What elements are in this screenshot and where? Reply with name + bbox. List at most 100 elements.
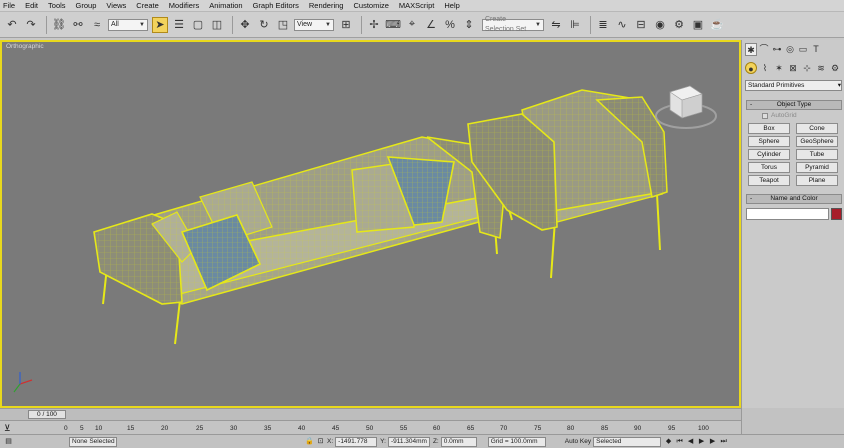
menu-maxscript[interactable]: MAXScript — [399, 1, 434, 10]
layer-manager-icon[interactable]: ≣ — [595, 17, 611, 33]
collapse-icon: - — [750, 195, 753, 202]
unlink-icon[interactable]: ⚯ — [70, 17, 86, 33]
tube-button[interactable]: Tube — [796, 149, 838, 160]
grid-size-display: Grid = 100.0mm — [487, 436, 546, 447]
named-selection-dropdown[interactable]: Create Selection Set ▼ — [482, 16, 544, 33]
render-frame-icon[interactable]: ▣ — [690, 17, 706, 33]
redo-icon[interactable]: ↷ — [23, 17, 39, 33]
rotate-icon[interactable]: ↻ — [256, 17, 272, 33]
menu-create[interactable]: Create — [136, 1, 159, 10]
y-coordinate-field[interactable]: -911.304mm — [387, 436, 430, 447]
percent-snap-icon[interactable]: % — [442, 17, 458, 33]
teapot-button[interactable]: Teapot — [748, 175, 790, 186]
filter-icon[interactable]: ⊻ — [4, 423, 11, 434]
angle-snap-icon[interactable]: ∠ — [423, 17, 439, 33]
name-and-color-header: Name and Color — [770, 195, 818, 202]
viewcube-icon[interactable] — [655, 85, 717, 129]
scale-icon[interactable]: ◳ — [275, 17, 291, 33]
object-color-swatch[interactable] — [831, 208, 842, 220]
display-tab-icon[interactable]: ▭ — [797, 43, 809, 56]
menu-file[interactable]: File — [3, 1, 15, 10]
cameras-icon[interactable]: ⊠ — [787, 62, 799, 74]
helpers-icon[interactable]: ⊹ — [801, 62, 813, 74]
geometry-icon[interactable]: ● — [745, 62, 757, 74]
bind-space-warp-icon[interactable]: ≈ — [89, 17, 105, 33]
space-warps-icon[interactable]: ≋ — [815, 62, 827, 74]
primitive-category-dropdown[interactable]: Standard Primitives ▾ — [745, 80, 842, 91]
box-button[interactable]: Box — [748, 123, 790, 134]
undo-icon[interactable]: ↶ — [4, 17, 20, 33]
pyramid-button[interactable]: Pyramid — [796, 162, 838, 173]
x-coordinate-field[interactable]: -1491.778 — [335, 436, 378, 447]
move-icon[interactable]: ✥ — [237, 17, 253, 33]
frame-tick-label: 10 — [95, 425, 103, 432]
menu-tools[interactable]: Tools — [48, 1, 66, 10]
play-icon[interactable]: ▶ — [697, 437, 706, 446]
menu-help[interactable]: Help — [444, 1, 459, 10]
lock-selection-icon[interactable]: 🔒 — [305, 437, 314, 446]
object-name-input[interactable] — [746, 208, 829, 220]
plane-button[interactable]: Plane — [796, 175, 838, 186]
menu-animation[interactable]: Animation — [209, 1, 242, 10]
time-slider-track[interactable]: 0 / 100 — [0, 408, 741, 420]
select-manipulate-icon[interactable]: ✢ — [366, 17, 382, 33]
reference-coordinate-dropdown[interactable]: View ▼ — [294, 18, 334, 31]
align-icon[interactable]: ⊫ — [567, 17, 583, 33]
name-and-color-rollout[interactable]: - Name and Color — [746, 194, 842, 204]
select-and-link-icon[interactable]: ⛓ — [51, 17, 67, 33]
menu-group[interactable]: Group — [76, 1, 97, 10]
motion-tab-icon[interactable]: ◎ — [784, 43, 796, 56]
sphere-button[interactable]: Sphere — [748, 136, 790, 147]
spinner-snap-icon[interactable]: ⇕ — [461, 17, 477, 33]
lights-icon[interactable]: ✶ — [773, 62, 785, 74]
material-editor-icon[interactable]: ◉ — [652, 17, 668, 33]
modify-tab-icon[interactable]: ⌒ — [758, 43, 770, 56]
window-crossing-icon[interactable]: ◫ — [209, 17, 225, 33]
menu-edit[interactable]: Edit — [25, 1, 38, 10]
autogrid-checkbox[interactable]: AutoGrid — [762, 112, 797, 119]
menu-rendering[interactable]: Rendering — [309, 1, 344, 10]
quick-render-icon[interactable]: ☕ — [709, 17, 725, 33]
perspective-viewport[interactable]: Orthographic — [0, 40, 741, 408]
hierarchy-tab-icon[interactable]: ⊶ — [771, 43, 783, 56]
mirror-icon[interactable]: ⇋ — [548, 17, 564, 33]
cone-button[interactable]: Cone — [796, 123, 838, 134]
schematic-view-icon[interactable]: ⊟ — [633, 17, 649, 33]
key-filter-dropdown[interactable]: Selected — [593, 436, 662, 447]
frame-tick-label: 50 — [366, 425, 374, 432]
object-type-rollout[interactable]: - Object Type — [746, 100, 842, 110]
render-setup-icon[interactable]: ⚙ — [671, 17, 687, 33]
snaps-toggle-icon[interactable]: ⌖ — [404, 17, 420, 33]
menu-customize[interactable]: Customize — [353, 1, 388, 10]
track-bar[interactable]: ⊻ 0 5 10 15 20 25 30 35 40 45 50 55 60 6… — [0, 420, 741, 434]
geosphere-button[interactable]: GeoSphere — [796, 136, 838, 147]
go-to-end-icon[interactable]: ⏭ — [719, 437, 728, 446]
frame-tick-label: 75 — [534, 425, 542, 432]
maxscript-listener-icon[interactable]: ▤ — [4, 437, 13, 446]
menu-graph-editors[interactable]: Graph Editors — [253, 1, 299, 10]
absolute-mode-icon[interactable]: ⊡ — [316, 437, 325, 446]
pivot-center-icon[interactable]: ⊞ — [338, 17, 354, 33]
go-to-start-icon[interactable]: ⏮ — [675, 437, 684, 446]
frame-tick-label: 80 — [567, 425, 575, 432]
menu-modifiers[interactable]: Modifiers — [169, 1, 199, 10]
torus-button[interactable]: Torus — [748, 162, 790, 173]
selection-filter-dropdown[interactable]: All ▼ — [108, 18, 148, 31]
create-tab-icon[interactable]: ✱ — [745, 42, 757, 56]
systems-icon[interactable]: ⚙ — [829, 62, 841, 74]
keyboard-shortcut-icon[interactable]: ⌨ — [385, 17, 401, 33]
z-coordinate-field[interactable]: 0.0mm — [440, 436, 477, 447]
next-frame-icon[interactable]: ▶ — [708, 437, 717, 446]
shapes-icon[interactable]: ⌇ — [759, 62, 771, 74]
select-by-name-icon[interactable]: ☰ — [171, 17, 187, 33]
time-slider-thumb[interactable]: 0 / 100 — [28, 410, 66, 419]
cylinder-button[interactable]: Cylinder — [748, 149, 790, 160]
menu-views[interactable]: Views — [106, 1, 126, 10]
rectangular-selection-icon[interactable]: ▢ — [190, 17, 206, 33]
key-mode-icon[interactable]: ◆ — [664, 437, 673, 446]
frame-tick-label: 55 — [400, 425, 408, 432]
select-object-icon[interactable]: ➤ — [152, 16, 168, 33]
utilities-tab-icon[interactable]: T — [810, 43, 822, 56]
previous-frame-icon[interactable]: ◀ — [686, 437, 695, 446]
curve-editor-icon[interactable]: ∿ — [614, 17, 630, 33]
